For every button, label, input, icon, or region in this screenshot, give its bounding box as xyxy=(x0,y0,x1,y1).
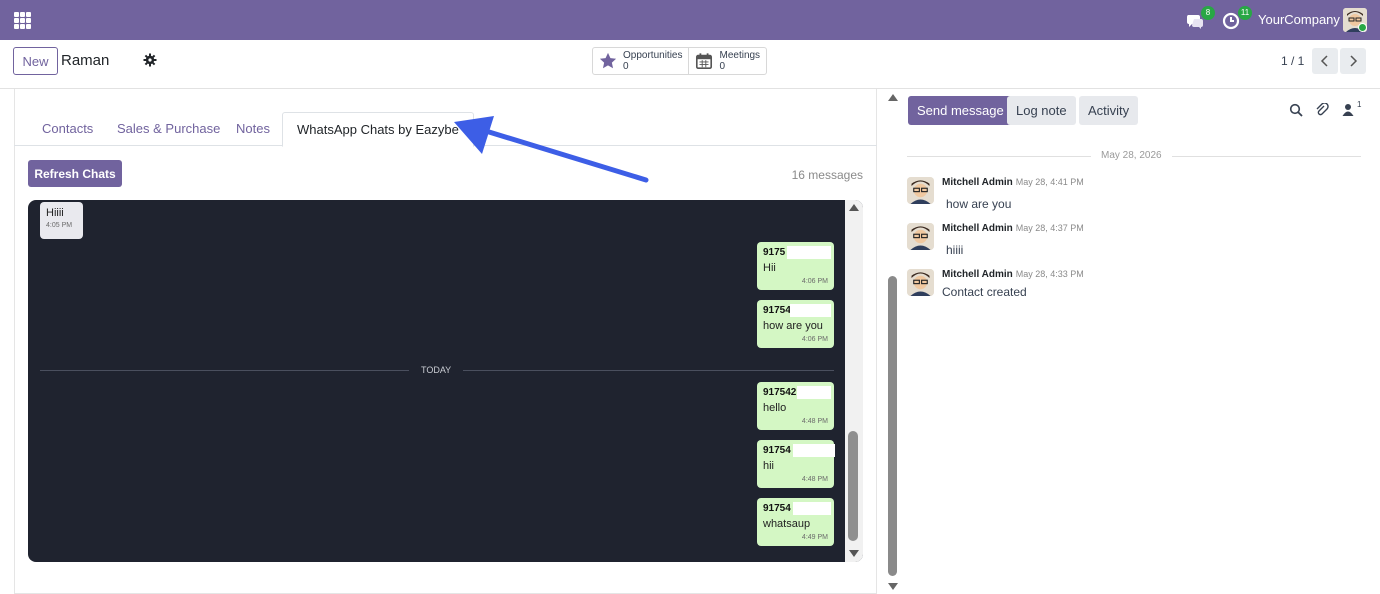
smart-buttons: Opportunities 0 Meetings 0 xyxy=(592,47,768,75)
followers-icon[interactable] xyxy=(1341,103,1355,117)
message-time: 4:06 PM xyxy=(801,278,828,285)
new-button[interactable]: New xyxy=(13,47,58,75)
chat-scroll-up-icon[interactable] xyxy=(849,204,859,211)
chat-scroll-down-icon[interactable] xyxy=(849,550,859,557)
messages-badge: 8 xyxy=(1201,6,1215,20)
tab-whatsapp-chats[interactable]: WhatsApp Chats by Eazybe xyxy=(282,112,474,147)
redacted-number xyxy=(797,386,831,399)
chevron-right-icon xyxy=(1350,55,1358,67)
page-scroll-up-icon[interactable] xyxy=(888,94,898,101)
author-name[interactable]: Mitchell Admin xyxy=(942,223,1013,234)
redacted-number xyxy=(793,502,831,515)
star-icon xyxy=(599,52,617,69)
top-navbar: 8 11 YourCompany xyxy=(0,0,1380,40)
opportunities-count: 0 xyxy=(623,61,629,72)
incoming-message-time: 4:05 PM xyxy=(46,222,73,229)
paperclip-icon[interactable] xyxy=(1315,103,1329,117)
message-body: Contact created xyxy=(942,285,1027,299)
redacted-number xyxy=(787,246,831,259)
notebook-tabs: Contacts Sales & Purchase Notes WhatsApp… xyxy=(14,112,877,147)
incoming-message-text: Hiiii xyxy=(46,207,64,219)
activity-clock-icon[interactable]: 11 xyxy=(1222,6,1252,31)
outgoing-message: 91754 how are you 4:06 PM xyxy=(757,300,834,348)
record-title: Raman xyxy=(61,52,110,69)
author-name[interactable]: Mitchell Admin xyxy=(942,269,1013,280)
message-text: whatsaup xyxy=(763,518,811,530)
message-body: how are you xyxy=(946,197,1012,211)
message-text: hello xyxy=(763,402,787,414)
message-text: Hii xyxy=(763,262,776,274)
message-date: May 28, 4:37 PM xyxy=(1015,223,1084,233)
meetings-count: 0 xyxy=(719,61,726,72)
redacted-number xyxy=(790,304,831,317)
outgoing-message: 91754 whatsaup 4:49 PM xyxy=(757,498,834,546)
message-text: hii xyxy=(763,460,775,472)
message-date: May 28, 4:41 PM xyxy=(1015,177,1084,187)
activities-badge: 11 xyxy=(1238,6,1252,20)
calendar-icon xyxy=(696,53,713,70)
opportunities-label: Opportunities xyxy=(623,50,683,61)
search-icon[interactable] xyxy=(1289,103,1303,117)
chat-scroll-thumb[interactable] xyxy=(848,431,858,541)
author-avatar[interactable] xyxy=(907,177,934,204)
message-text: how are you xyxy=(763,320,823,332)
pager-value[interactable]: 1 / 1 xyxy=(1281,54,1304,68)
meetings-label: Meetings xyxy=(719,50,761,61)
author-avatar[interactable] xyxy=(907,269,934,296)
tab-contacts[interactable]: Contacts xyxy=(28,112,107,146)
message-body: hiiii xyxy=(946,243,964,257)
incoming-message: Hiiii 4:05 PM xyxy=(40,202,83,239)
outgoing-message: 917542 hello 4:48 PM xyxy=(757,382,834,430)
message-time: 4:48 PM xyxy=(801,476,828,483)
chevron-left-icon xyxy=(1320,55,1328,67)
message-count: 16 messages xyxy=(791,168,863,182)
send-message-button[interactable]: Send message xyxy=(908,96,1013,125)
page-scroll-down-icon[interactable] xyxy=(888,583,898,590)
company-switcher[interactable]: YourCompany xyxy=(1258,12,1340,27)
followers-count: 1 xyxy=(1357,100,1362,109)
whatsapp-chat-panel: Hiiii 4:05 PM 9175 Hii 4:06 PM 91754 how… xyxy=(28,200,863,562)
chatter-date-label: May 28, 2026 xyxy=(1091,150,1172,161)
tab-notes[interactable]: Notes xyxy=(222,112,284,146)
messaging-icon[interactable]: 8 xyxy=(1185,6,1215,31)
page-scroll-thumb[interactable] xyxy=(888,276,897,576)
pager-next-button[interactable] xyxy=(1340,48,1366,74)
meetings-smart-button[interactable]: Meetings 0 xyxy=(688,48,766,74)
apps-menu-icon[interactable] xyxy=(14,12,31,29)
annotation-arrow-icon xyxy=(454,116,649,183)
message-date: May 28, 4:33 PM xyxy=(1015,269,1084,279)
outgoing-message: 91754 hii 4:48 PM xyxy=(757,440,835,488)
message-time: 4:48 PM xyxy=(801,418,828,425)
redacted-number xyxy=(793,444,835,457)
log-note-button[interactable]: Log note xyxy=(1007,96,1076,125)
pager-previous-button[interactable] xyxy=(1312,48,1338,74)
message-time: 4:49 PM xyxy=(801,534,828,541)
message-time: 4:06 PM xyxy=(801,336,828,343)
tab-sales-purchase[interactable]: Sales & Purchase xyxy=(103,112,234,146)
opportunities-smart-button[interactable]: Opportunities 0 xyxy=(593,48,688,74)
author-avatar[interactable] xyxy=(907,223,934,250)
activity-button[interactable]: Activity xyxy=(1079,96,1139,125)
author-name[interactable]: Mitchell Admin xyxy=(942,177,1013,188)
online-status-dot xyxy=(1358,23,1367,32)
outgoing-message: 9175 Hii 4:06 PM xyxy=(757,242,834,290)
refresh-chats-button[interactable]: Refresh Chats xyxy=(28,160,122,187)
gear-icon[interactable] xyxy=(143,53,157,67)
date-divider-label: TODAY xyxy=(409,365,464,375)
control-panel: New Raman Opportunities 0 Meetings 0 1 /… xyxy=(0,40,1380,89)
